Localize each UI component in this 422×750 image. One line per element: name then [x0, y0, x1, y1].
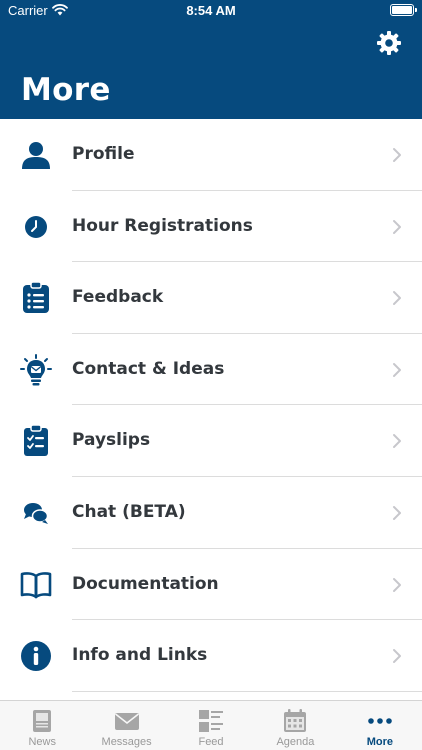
- menu-item-hour-registrations[interactable]: Hour Registrations: [0, 191, 422, 263]
- lightbulb-mail-icon: [20, 353, 52, 386]
- clock-icon: [20, 211, 52, 243]
- more-dots-icon: [368, 718, 392, 724]
- menu-item-feedback[interactable]: Feedback: [0, 262, 422, 334]
- menu-item-label: Profile: [72, 144, 135, 164]
- menu-item-label: Feedback: [72, 287, 164, 308]
- page-title: More: [21, 72, 111, 108]
- menu-item-payslips[interactable]: Payslips: [0, 405, 422, 477]
- menu-item-contact-ideas[interactable]: Contact & Ideas: [0, 334, 422, 406]
- gear-icon[interactable]: [376, 30, 402, 56]
- tab-more[interactable]: More: [338, 701, 422, 750]
- menu-item-label: Contact & Ideas: [72, 358, 225, 379]
- book-icon: [20, 569, 52, 601]
- newspaper-icon: [33, 710, 52, 732]
- chevron-right-icon: [393, 434, 401, 449]
- menu-item-label: Hour Registrations: [72, 215, 253, 236]
- chevron-right-icon: [393, 505, 401, 520]
- menu-item-chat[interactable]: Chat (BETA): [0, 477, 422, 549]
- tab-bar: News Messages Feed Agenda More: [0, 700, 422, 750]
- tab-label: More: [366, 736, 393, 748]
- chat-bubbles-icon: [20, 497, 52, 529]
- menu-item-label: Documentation: [72, 573, 219, 594]
- status-bar: Carrier 8:54 AM: [0, 0, 422, 22]
- info-icon: [20, 640, 52, 672]
- tab-label: Agenda: [276, 736, 315, 748]
- tab-feed[interactable]: Feed: [169, 701, 253, 750]
- chevron-right-icon: [393, 148, 401, 162]
- tab-news[interactable]: News: [0, 701, 84, 750]
- person-icon: [20, 139, 52, 171]
- menu-item-documentation[interactable]: Documentation: [0, 549, 422, 621]
- menu-item-info-links[interactable]: Info and Links: [0, 620, 422, 692]
- chevron-right-icon: [393, 362, 401, 377]
- envelope-icon: [114, 713, 139, 730]
- header: Carrier 8:54 AM More: [0, 0, 422, 119]
- tab-messages[interactable]: Messages: [84, 701, 168, 750]
- chevron-right-icon: [393, 219, 401, 234]
- tab-agenda[interactable]: Agenda: [253, 701, 337, 750]
- chevron-right-icon: [393, 577, 401, 592]
- chevron-right-icon: [393, 649, 401, 664]
- calendar-icon: [284, 709, 307, 732]
- feed-icon: [199, 710, 224, 732]
- chevron-right-icon: [393, 291, 401, 306]
- tab-label: Messages: [101, 736, 152, 748]
- clipboard-list-icon: [20, 282, 52, 314]
- tab-label: Feed: [198, 736, 224, 748]
- tab-label: News: [28, 736, 56, 748]
- menu-item-profile[interactable]: Profile: [0, 119, 422, 191]
- clock-time: 8:54 AM: [186, 3, 236, 18]
- menu-item-label: Chat (BETA): [72, 501, 186, 522]
- divider: [72, 690, 422, 692]
- menu-item-label: Payslips: [72, 430, 151, 451]
- clipboard-check-icon: [20, 425, 52, 457]
- menu-list: Profile Hour Registrations Feedback Cont…: [0, 119, 422, 692]
- menu-item-label: Info and Links: [72, 645, 208, 666]
- battery-icon: [390, 4, 417, 16]
